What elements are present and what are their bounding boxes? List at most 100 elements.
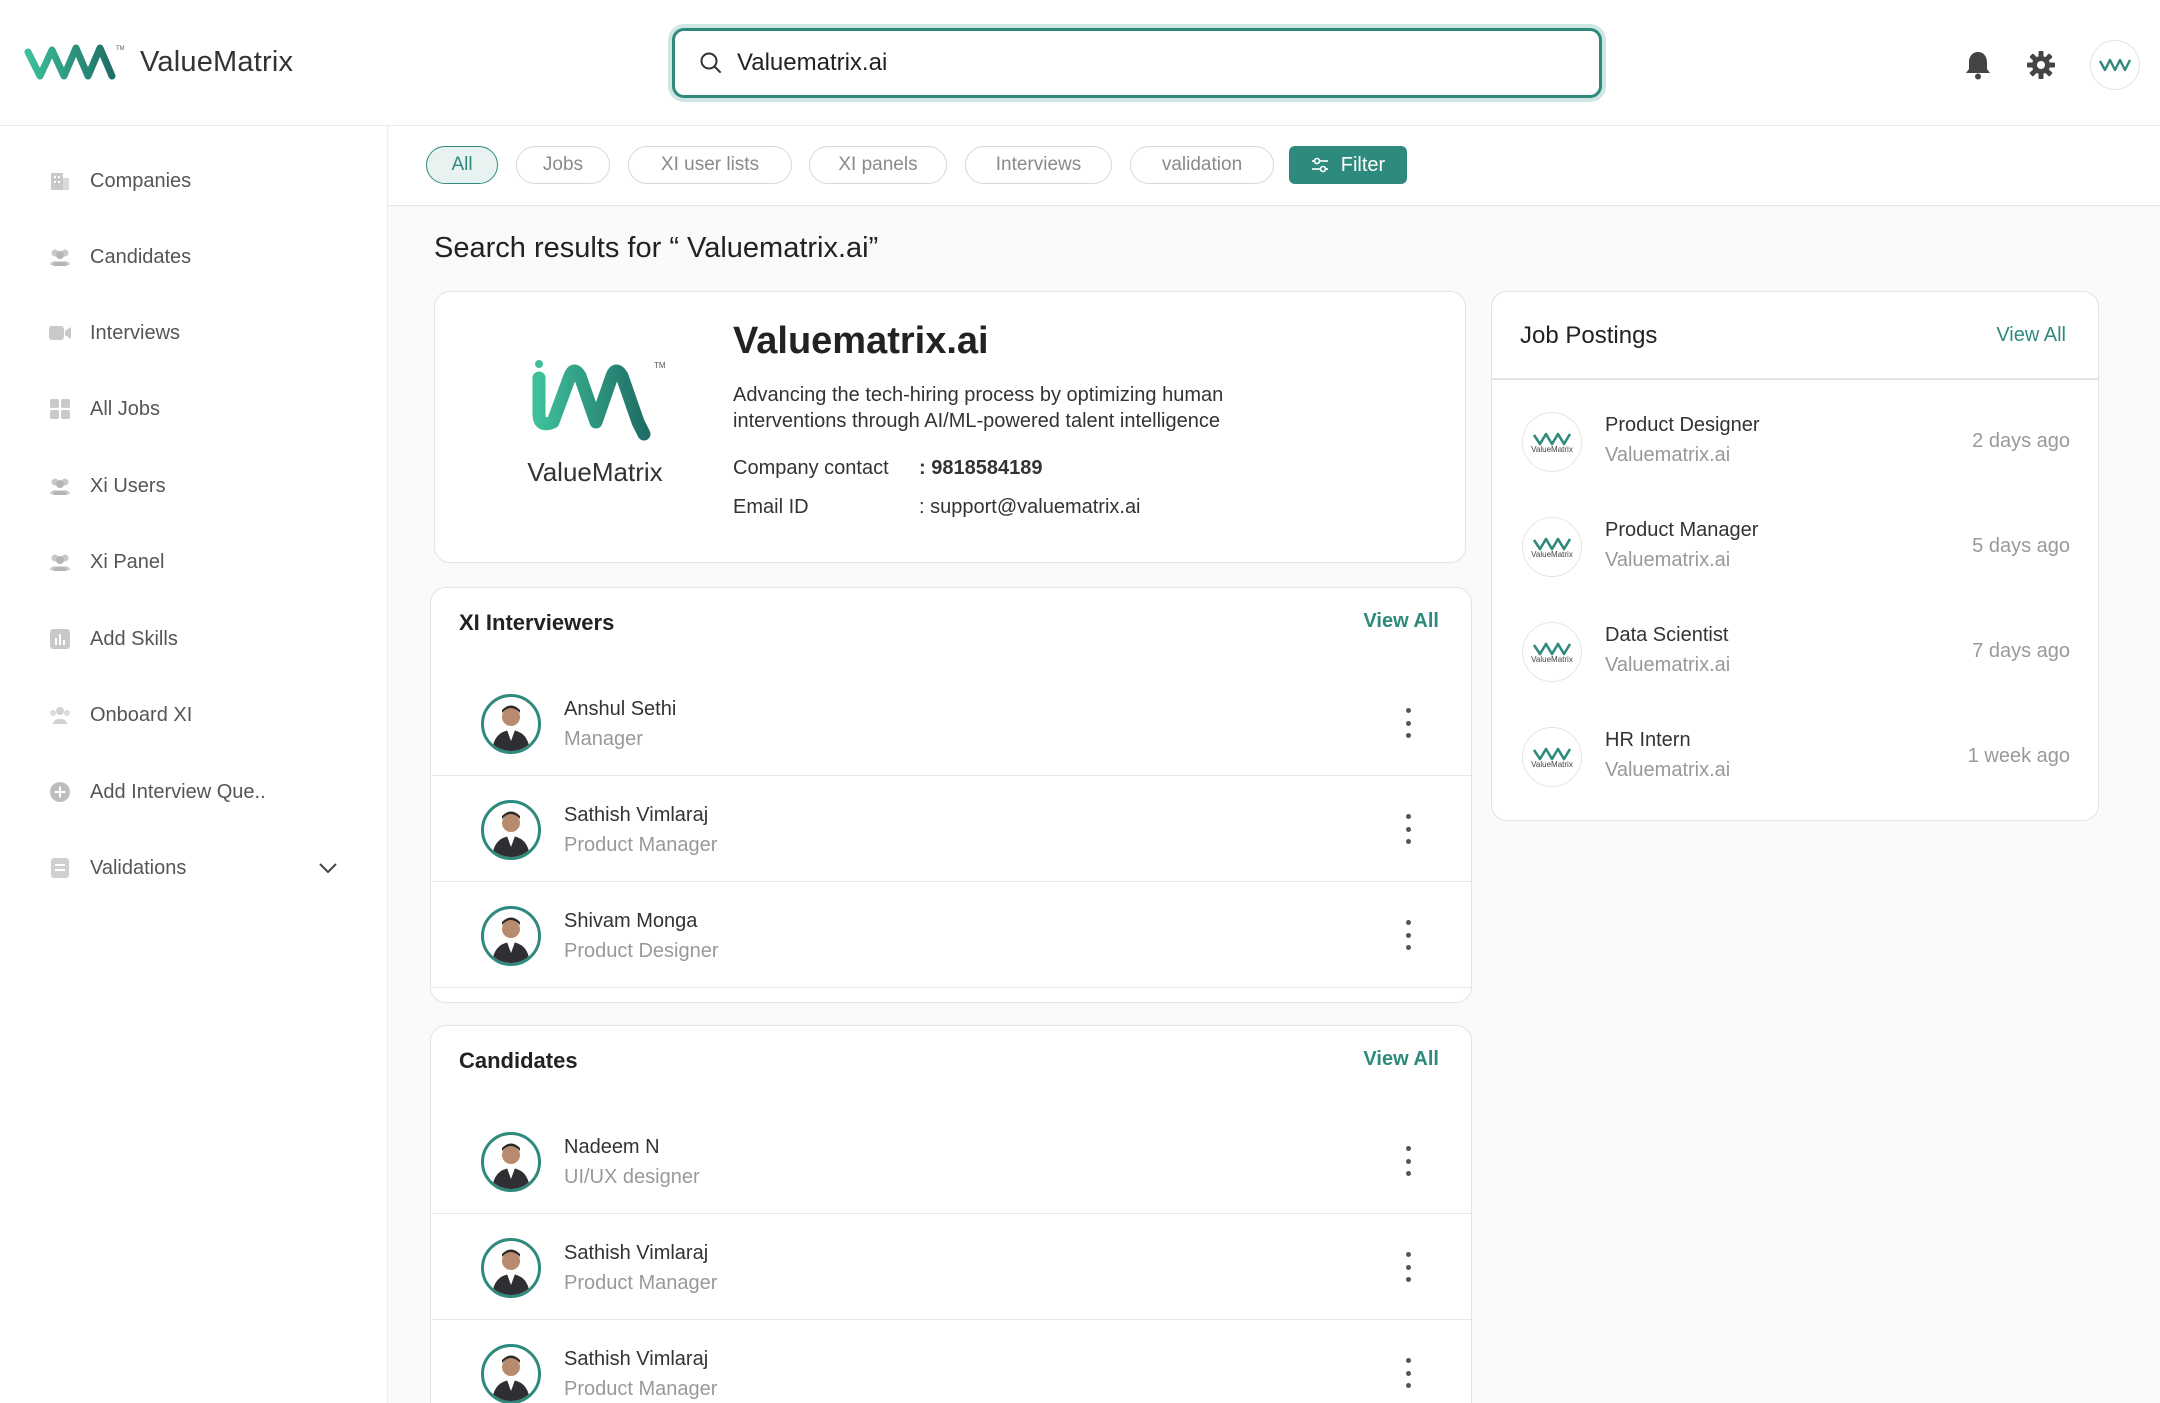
interviewer-row[interactable]: Anshul Sethi Manager [431, 670, 1471, 776]
company-email-row: Email ID : support@valuematrix.ai [733, 496, 1141, 519]
search-icon [700, 52, 721, 73]
sidebar-item-add-interview-questions[interactable]: Add Interview Que.. [48, 772, 338, 812]
valuematrix-mini-logo-icon [2098, 58, 2132, 72]
chip-interviews[interactable]: Interviews [965, 146, 1112, 184]
results-title: Search results for “ Valuematrix.ai” [434, 232, 879, 264]
search-bar[interactable] [672, 28, 1602, 98]
sidebar-item-label: Validations [90, 856, 187, 879]
company-contact-row: Company contact : 9818584189 [733, 457, 1042, 480]
gear-icon[interactable] [2026, 50, 2056, 80]
svg-text:TM: TM [654, 361, 666, 370]
bell-icon[interactable] [1964, 50, 1992, 80]
chip-jobs[interactable]: Jobs [516, 146, 610, 184]
job-company: Valuematrix.ai [1605, 549, 1731, 571]
clipboard-icon [48, 856, 72, 880]
users-icon [48, 550, 72, 574]
person-role: Manager [564, 728, 643, 750]
candidate-row[interactable]: Nadeem N UI/UX designer [431, 1108, 1471, 1214]
sidebar-item-xi-panel[interactable]: Xi Panel [48, 542, 338, 582]
sidebar-item-onboard-xi[interactable]: Onboard XI [48, 695, 338, 735]
job-postings-view-all-link[interactable]: View All [1996, 324, 2066, 347]
interviewers-title: XI Interviewers [459, 610, 615, 635]
more-options-icon[interactable] [1403, 1146, 1413, 1176]
job-postings-title: Job Postings [1520, 322, 1658, 349]
avatar [481, 906, 541, 966]
sidebar-item-label: Companies [90, 169, 192, 192]
person-role: Product Manager [564, 834, 718, 856]
chevron-down-icon[interactable] [318, 857, 338, 880]
sidebar-item-candidates[interactable]: Candidates [48, 237, 338, 277]
app-name: ValueMatrix [140, 45, 294, 78]
more-options-icon[interactable] [1403, 1252, 1413, 1282]
avatar [481, 1238, 541, 1298]
profile-avatar[interactable] [2090, 40, 2140, 90]
interviewer-row[interactable]: Sathish Vimlaraj Product Manager [431, 776, 1471, 882]
divider [1492, 378, 2098, 380]
company-description: Advancing the tech-hiring process by opt… [733, 384, 1224, 432]
search-input[interactable] [737, 49, 1557, 77]
interviewers-view-all-link[interactable]: View All [1363, 610, 1439, 633]
sidebar-item-add-skills[interactable]: Add Skills [48, 619, 338, 659]
candidates-title: Candidates [459, 1048, 578, 1073]
avatar [481, 694, 541, 754]
company-name[interactable]: Valuematrix.ai [733, 320, 989, 363]
logo-caption: ValueMatrix [1531, 549, 1573, 559]
avatar [481, 800, 541, 860]
more-options-icon[interactable] [1403, 920, 1413, 950]
interviewer-row[interactable]: Shivam Monga Product Designer [431, 882, 1471, 988]
company-logo: ValueMatrix [1522, 517, 1582, 577]
valuematrix-logo-icon: TM [532, 360, 666, 441]
sidebar-item-label: Add Interview Que.. [90, 780, 266, 803]
filter-button[interactable]: Filter [1289, 146, 1407, 184]
job-posted-time: 7 days ago [1972, 640, 2070, 662]
candidates-panel: Candidates View All Nadeem N UI/UX desig… [430, 1025, 1472, 1403]
company-logo: TM ValueMatrix [515, 352, 675, 488]
candidates-view-all-link[interactable]: View All [1363, 1048, 1439, 1071]
sidebar-item-validations[interactable]: Validations [48, 848, 338, 888]
job-posted-time: 2 days ago [1972, 430, 2070, 452]
chip-xi-user-lists[interactable]: XI user lists [628, 146, 792, 184]
sidebar-item-all-jobs[interactable]: All Jobs [48, 389, 338, 429]
company-logo: ValueMatrix [1522, 412, 1582, 472]
logo-caption: ValueMatrix [1531, 654, 1573, 664]
logo-caption: ValueMatrix [1531, 759, 1573, 769]
person-name: Sathish Vimlaraj [564, 1348, 709, 1370]
more-options-icon[interactable] [1403, 708, 1413, 738]
job-title: Data Scientist [1605, 624, 1729, 646]
person-role: UI/UX designer [564, 1166, 700, 1188]
job-posting-row[interactable]: ValueMatrix HR Intern Valuematrix.ai 1 w… [1492, 705, 2098, 810]
sidebar-item-interviews[interactable]: Interviews [48, 313, 338, 353]
company-email-value[interactable]: : support@valuematrix.ai [919, 496, 1141, 519]
chart-icon [48, 627, 72, 651]
person-name: Nadeem N [564, 1136, 660, 1158]
chip-xi-panels[interactable]: XI panels [809, 146, 947, 184]
sidebar-item-label: All Jobs [90, 397, 161, 420]
sidebar-item-label: Xi Users [90, 474, 166, 497]
chip-validation[interactable]: validation [1130, 146, 1274, 184]
avatar [481, 1344, 541, 1403]
person-role: Product Manager [564, 1272, 718, 1294]
more-options-icon[interactable] [1403, 814, 1413, 844]
job-posting-row[interactable]: ValueMatrix Product Manager Valuematrix.… [1492, 495, 2098, 600]
chip-all[interactable]: All [426, 146, 498, 184]
sidebar-item-companies[interactable]: Companies [48, 161, 338, 201]
user-group-icon [48, 703, 72, 727]
job-posted-time: 1 week ago [1967, 745, 2070, 767]
job-posting-row[interactable]: ValueMatrix Data Scientist Valuematrix.a… [1492, 600, 2098, 705]
company-logo: ValueMatrix [1522, 622, 1582, 682]
video-icon [48, 321, 72, 345]
sidebar: Companies Candidates Interviews All Jobs… [0, 126, 388, 1403]
candidate-row[interactable]: Sathish Vimlaraj Product Manager [431, 1214, 1471, 1320]
header-actions [1964, 40, 2140, 90]
grid-icon [48, 397, 72, 421]
company-contact-value: : 9818584189 [919, 457, 1043, 479]
candidate-row[interactable]: Sathish Vimlaraj Product Manager [431, 1320, 1471, 1403]
app-logo[interactable]: TM ValueMatrix [24, 40, 293, 84]
filter-button-label: Filter [1340, 153, 1386, 176]
person-name: Sathish Vimlaraj [564, 804, 709, 826]
company-contact-label: Company contact [733, 457, 889, 479]
sidebar-item-xi-users[interactable]: Xi Users [48, 466, 338, 506]
job-posting-row[interactable]: ValueMatrix Product Designer Valuematrix… [1492, 390, 2098, 495]
company-card[interactable]: TM ValueMatrix Valuematrix.ai Advancing … [434, 291, 1466, 563]
more-options-icon[interactable] [1403, 1358, 1413, 1388]
